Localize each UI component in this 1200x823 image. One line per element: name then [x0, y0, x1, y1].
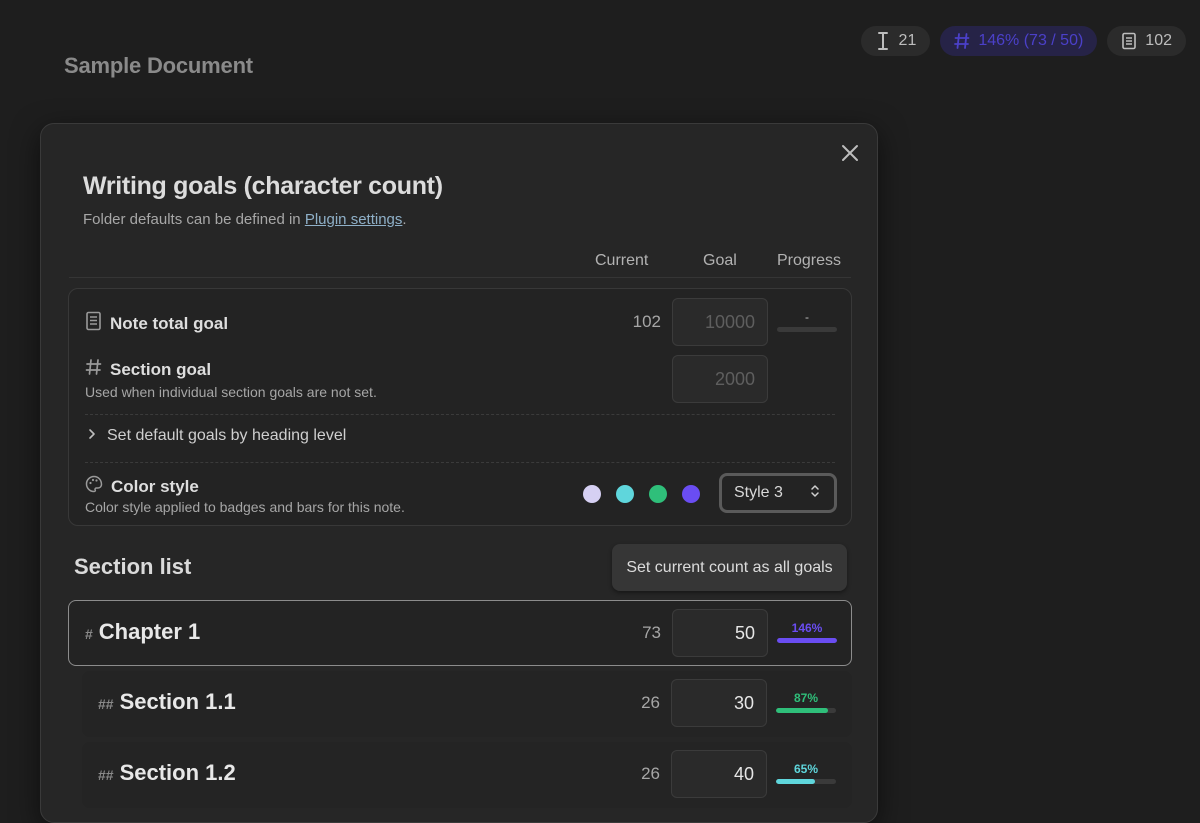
note-total-current: 102 — [632, 312, 661, 331]
text-cursor-icon — [875, 31, 891, 51]
note-total-goal-label: Note total goal — [85, 311, 228, 336]
color-style-description: Color style applied to badges and bars f… — [85, 499, 405, 515]
close-icon[interactable] — [839, 142, 861, 164]
heading-level-marker: ## — [98, 767, 114, 783]
section-goal-label: Section goal — [85, 358, 211, 381]
note-total-progress-text: - — [805, 310, 809, 324]
hash-icon — [85, 358, 102, 381]
section-goal-input[interactable] — [671, 679, 767, 727]
modal-subtitle: Folder defaults can be defined in Plugin… — [83, 211, 407, 228]
column-header-goal: Goal — [703, 252, 737, 269]
section-goal-input[interactable] — [672, 355, 768, 403]
section-goal-text: Section goal — [110, 359, 212, 379]
color-style-label: Color style — [85, 475, 199, 498]
heading-defaults-toggle[interactable]: Set default goals by heading level — [87, 427, 346, 445]
note-count-badge[interactable]: 102 — [1107, 26, 1186, 56]
dashed-divider — [85, 414, 835, 415]
subtitle-text: Folder defaults can be defined in — [83, 211, 305, 228]
heading-level-marker: ## — [98, 696, 114, 712]
color-style-selected: Style 3 — [734, 484, 783, 501]
section-row[interactable]: # Chapter 1 73 146% — [68, 600, 852, 666]
chevron-right-icon — [87, 427, 97, 445]
document-icon — [1121, 32, 1137, 50]
section-current-count: 26 — [641, 693, 660, 712]
note-count-value: 102 — [1145, 32, 1172, 49]
note-total-goal-input[interactable] — [672, 298, 768, 346]
section-title: Section 1.1 — [119, 689, 236, 714]
section-name: ## Section 1.2 — [98, 760, 236, 786]
section-progress: 65% — [776, 762, 836, 784]
document-title: Sample Document — [64, 53, 253, 78]
section-progress-track — [776, 708, 836, 713]
heading-defaults-label: Set default goals by heading level — [107, 427, 347, 444]
color-style-text: Color style — [111, 476, 199, 496]
note-total-goal-text: Note total goal — [110, 313, 229, 333]
note-total-progress-track — [777, 327, 837, 332]
section-title: Section 1.2 — [119, 760, 236, 785]
chevron-up-down-icon — [810, 484, 820, 503]
cursor-count-badge[interactable]: 21 — [860, 26, 931, 56]
header-divider — [69, 277, 851, 278]
section-progress-value: 146% (73 / 50) — [978, 32, 1084, 49]
section-progress-fill — [777, 638, 837, 643]
color-swatches — [583, 485, 700, 503]
section-progress-track — [777, 638, 837, 643]
column-header-progress: Progress — [777, 252, 842, 269]
modal-title: Writing goals (character count) — [83, 172, 443, 200]
note-settings-card: Note total goal 102 - Section goal Used … — [68, 288, 852, 526]
section-progress-fill — [776, 708, 829, 713]
section-progress-percent: 65% — [793, 762, 819, 776]
color-swatch[interactable] — [583, 485, 601, 503]
document-icon — [85, 311, 102, 336]
section-progress-track — [776, 779, 836, 784]
section-name: ## Section 1.1 — [98, 689, 236, 715]
section-goal-description: Used when individual section goals are n… — [85, 384, 377, 400]
note-total-progress: - — [777, 310, 837, 332]
section-current-count: 26 — [641, 764, 660, 783]
section-goal-input[interactable] — [672, 609, 768, 657]
section-row[interactable]: ## Section 1.2 26 65% — [82, 742, 852, 808]
hash-icon — [954, 32, 970, 50]
plugin-settings-link[interactable]: Plugin settings — [305, 211, 403, 228]
column-header-current: Current — [595, 252, 649, 269]
section-progress: 87% — [776, 691, 836, 713]
color-style-select[interactable]: Style 3 — [719, 473, 837, 513]
color-swatch[interactable] — [682, 485, 700, 503]
dashed-divider — [85, 462, 835, 463]
subtitle-period: . — [402, 211, 407, 228]
section-current-count: 73 — [642, 623, 661, 642]
palette-icon — [85, 475, 103, 498]
section-progress-badge[interactable]: 146% (73 / 50) — [940, 26, 1098, 56]
section-progress-percent: 146% — [791, 621, 823, 635]
color-swatch[interactable] — [649, 485, 667, 503]
writing-goals-modal: Writing goals (character count) Folder d… — [40, 123, 878, 823]
section-goal-input[interactable] — [671, 750, 767, 798]
set-all-goals-button[interactable]: Set current count as all goals — [612, 544, 847, 591]
cursor-count-value: 21 — [898, 32, 917, 49]
section-row[interactable]: ## Section 1.1 26 87% — [82, 671, 852, 737]
section-title: Chapter 1 — [98, 619, 201, 644]
status-bar: 21 146% (73 / 50) 102 — [860, 26, 1186, 56]
section-name: # Chapter 1 — [85, 619, 200, 645]
section-list-title: Section list — [74, 554, 192, 579]
section-progress-fill — [776, 779, 815, 784]
section-progress-percent: 87% — [793, 691, 819, 705]
section-progress: 146% — [777, 621, 837, 643]
heading-level-marker: # — [85, 626, 93, 642]
color-swatch[interactable] — [616, 485, 634, 503]
